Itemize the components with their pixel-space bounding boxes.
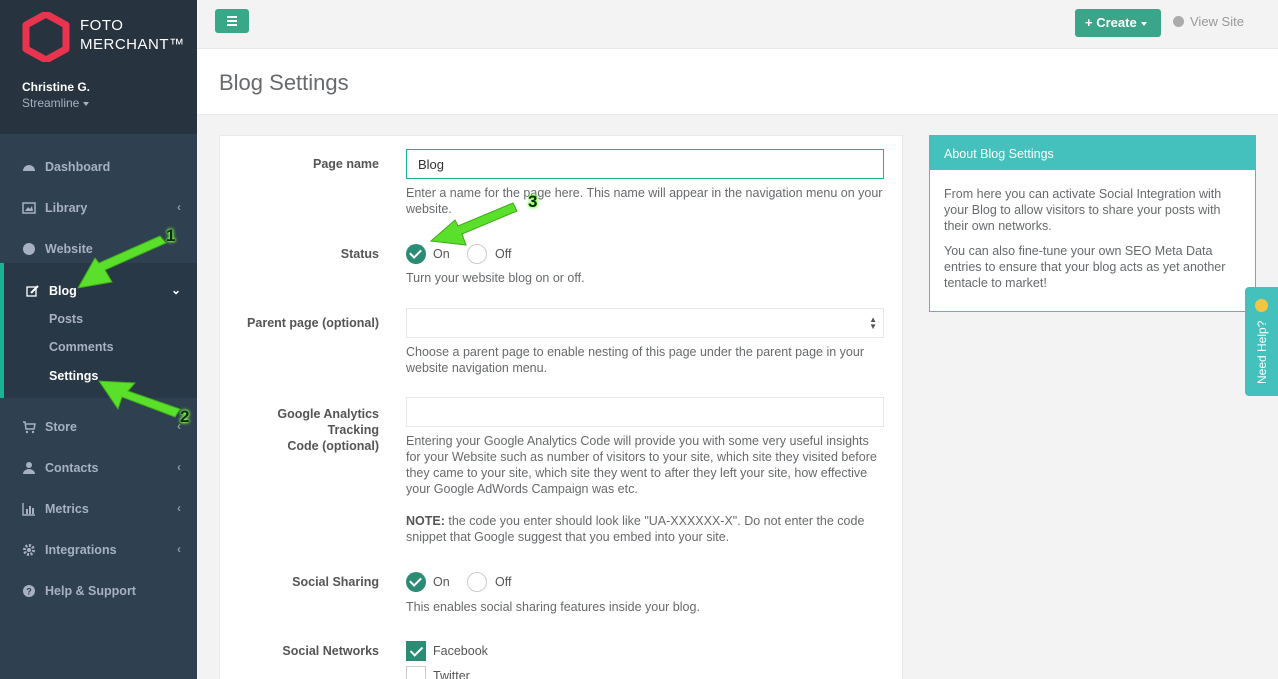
facebook-label: Facebook [433,644,488,658]
profile-area: FOTO MERCHANT™ Christine G. Streamline [0,0,197,134]
parent-page-select[interactable]: ▲ ▼ [406,308,884,338]
sidebar-item-integrations[interactable]: Integrations ‹ [0,532,197,568]
sidebar-subitem-settings[interactable]: Settings [49,369,98,383]
social-networks-label: Social Networks [282,644,379,658]
sidebar-item-label: Library [45,201,88,215]
need-help-label: Need Help? [1255,320,1269,384]
chevron-left-icon: ‹ [177,200,181,214]
annotation-number-3: 3 [528,192,538,211]
status-on-radio[interactable] [406,244,426,264]
ga-code-input[interactable] [406,397,884,427]
about-title: About Blog Settings [930,136,1255,170]
select-arrows-icon: ▲ ▼ [869,315,877,331]
social-on-label: On [433,575,450,589]
need-help-tab[interactable]: Need Help? [1245,287,1278,396]
social-off-radio[interactable] [467,572,487,592]
chevron-left-icon: ‹ [177,501,181,515]
sidebar-subitem-comments[interactable]: Comments [49,340,114,354]
chevron-down-icon: ⌄ [170,283,181,297]
status-label: Status [340,247,379,261]
user-plan-dropdown[interactable]: Streamline [22,96,90,110]
page-name-input[interactable]: Blog [406,149,884,179]
sidebar-subitem-posts[interactable]: Posts [49,312,83,326]
page-heading: Blog Settings [197,49,1278,115]
sidebar-item-label: Dashboard [45,160,111,174]
social-on-radio[interactable] [406,572,426,592]
view-site-link[interactable]: View Site [1173,14,1244,29]
bar-chart-icon [22,503,35,516]
chevron-left-icon: ‹ [177,460,181,474]
social-off-label: Off [495,575,512,589]
image-icon [22,202,36,214]
caret-down-icon [1140,21,1147,26]
create-button[interactable]: + Create [1075,9,1161,37]
globe-icon [1173,16,1184,27]
chevron-left-icon: ‹ [177,542,181,556]
parent-page-help: Choose a parent page to enable nesting o… [406,345,864,375]
status-on-label: On [433,247,450,261]
top-bar: + Create View Site [197,0,1278,49]
sidebar-item-blog[interactable]: Blog ⌄ [0,273,197,309]
facebook-checkbox[interactable] [406,641,426,661]
brand-logo-text: FOTO MERCHANT™ [80,17,185,53]
menu-toggle-button[interactable] [215,9,249,33]
page-name-label: Page name [312,157,379,171]
sidebar-item-dashboard[interactable]: Dashboard [0,149,197,185]
question-icon: ? [23,585,35,597]
page-title: Blog Settings [219,70,349,95]
sidebar-item-label: Metrics [45,502,89,516]
edit-icon [26,285,39,297]
sidebar-item-contacts[interactable]: Contacts ‹ [0,450,197,486]
sidebar-item-store[interactable]: Store ‹ [0,409,197,445]
hand-wave-icon [1255,299,1268,312]
status-help: Turn your website blog on or off. [406,271,585,285]
parent-page-label: Parent page (optional) [247,316,379,330]
user-name: Christine G. [22,80,91,94]
sidebar-item-metrics[interactable]: Metrics ‹ [0,491,197,527]
svg-text:?: ? [26,587,32,597]
sidebar-item-label: Contacts [45,461,99,475]
sidebar-item-help-support[interactable]: ? Help & Support [0,573,197,609]
annotation-number-2: 2 [180,407,190,426]
logo-icon [22,12,70,62]
sidebar-item-label: Website [45,242,93,256]
ga-label: Google Analytics Tracking Code (optional… [277,407,379,453]
sidebar: FOTO MERCHANT™ Christine G. Streamline D… [0,0,197,679]
caret-down-icon [83,101,90,106]
social-help: This enables social sharing features ins… [406,600,700,614]
dashboard-icon [23,165,35,171]
sidebar-item-library[interactable]: Library ‹ [0,190,197,226]
user-icon [23,462,35,474]
cart-icon [23,421,36,434]
status-off-radio[interactable] [467,244,487,264]
sidebar-item-label: Store [45,420,77,434]
globe-icon [23,243,35,255]
twitter-label: Twitter [433,669,470,679]
about-paragraph-1: From here you can activate Social Integr… [944,187,1222,233]
hamburger-icon [227,16,237,18]
sidebar-item-label: Integrations [45,543,117,557]
ga-note: NOTE: the code you enter should look lik… [406,514,865,544]
about-paragraph-2: You can also fine-tune your own SEO Meta… [944,244,1226,290]
ga-help: Entering your Google Analytics Code will… [406,434,877,496]
sidebar-item-label: Blog [49,284,77,298]
page-name-help: Enter a name for the page here. This nam… [406,186,883,216]
social-sharing-label: Social Sharing [292,575,379,589]
gear-icon [23,544,35,556]
annotation-number-1: 1 [166,226,176,245]
twitter-checkbox[interactable] [406,666,426,679]
status-off-label: Off [495,247,512,261]
about-panel: About Blog Settings From here you can ac… [929,135,1256,312]
sidebar-item-label: Help & Support [45,584,136,598]
